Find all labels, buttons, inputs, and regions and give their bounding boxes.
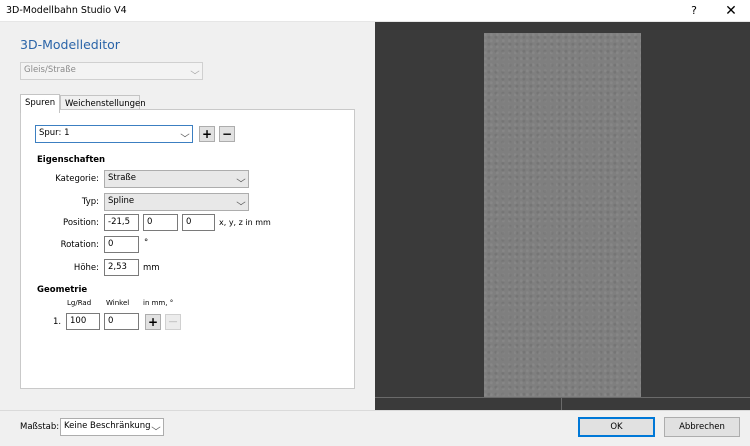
track-select-value: Spur: 1 (39, 128, 70, 138)
tab-label: Weichenstellungen (65, 99, 146, 109)
model-type-select[interactable]: Gleis/Straße (20, 62, 203, 80)
geometry-col-angle: Winkel (106, 299, 130, 307)
type-select[interactable]: Spline (104, 193, 249, 211)
position-z-field[interactable]: 0 (182, 214, 215, 231)
position-unit: x, y, z in mm (219, 218, 271, 227)
scale-select[interactable]: Keine Beschränkung (60, 418, 164, 436)
window-title: 3D-Modellbahn Studio V4 (6, 5, 127, 16)
geometry-col-length: Lg/Rad (67, 299, 92, 307)
help-button[interactable]: ? (685, 2, 703, 20)
category-label: Kategorie: (55, 174, 99, 184)
remove-track-button[interactable]: − (219, 126, 235, 142)
title-bar: 3D-Modellbahn Studio V4 ? ✕ (0, 0, 750, 22)
rotation-unit: ° (144, 238, 149, 248)
editor-pane: 3D-Modelleditor Gleis/Straße Spuren Weic… (0, 22, 375, 410)
geometry-length-field[interactable]: 100 (66, 313, 100, 330)
category-select[interactable]: Straße (104, 170, 249, 188)
rotation-field[interactable]: 0 (104, 236, 139, 253)
chevron-down-icon (236, 198, 246, 206)
close-button[interactable]: ✕ (720, 2, 742, 20)
road-preview (484, 33, 641, 398)
add-track-button[interactable]: + (199, 126, 215, 142)
geometry-col-unit: in mm, ° (143, 299, 174, 307)
page-title: 3D-Modelleditor (20, 37, 120, 52)
chevron-down-icon (190, 67, 200, 75)
geometry-row-index: 1. (53, 317, 62, 327)
height-field[interactable]: 2,53 (104, 259, 139, 276)
model-type-value: Gleis/Straße (24, 65, 76, 75)
geometry-angle-field[interactable]: 0 (104, 313, 139, 330)
height-unit: mm (143, 263, 160, 273)
position-label: Position: (63, 218, 99, 228)
tab-spuren[interactable]: Spuren (20, 94, 60, 113)
add-segment-button[interactable]: + (145, 314, 161, 330)
3d-viewport[interactable] (375, 22, 750, 410)
cancel-button[interactable]: Abbrechen (664, 417, 740, 437)
position-y-field[interactable]: 0 (143, 214, 178, 231)
height-label: Höhe: (73, 263, 99, 273)
chevron-down-icon (151, 423, 161, 431)
grid-line (375, 397, 750, 398)
rotation-label: Rotation: (60, 240, 99, 250)
type-value: Spline (108, 196, 135, 206)
ok-button[interactable]: OK (578, 417, 655, 437)
properties-heading: Eigenschaften (37, 155, 106, 165)
track-select[interactable]: Spur: 1 (35, 125, 193, 143)
geometry-heading: Geometrie (37, 285, 88, 295)
chevron-down-icon (180, 130, 190, 138)
grid-line (561, 397, 562, 410)
scale-value: Keine Beschränkung (64, 421, 151, 431)
scale-label: Maßstab: (20, 422, 60, 432)
dialog-footer: Maßstab: Keine Beschränkung OK Abbrechen (0, 410, 750, 446)
category-value: Straße (108, 173, 137, 183)
position-x-field[interactable]: -21,5 (104, 214, 139, 231)
tab-label: Spuren (25, 98, 56, 108)
chevron-down-icon (236, 175, 246, 183)
remove-segment-button[interactable]: — (165, 314, 181, 330)
type-label: Typ: (81, 197, 99, 207)
